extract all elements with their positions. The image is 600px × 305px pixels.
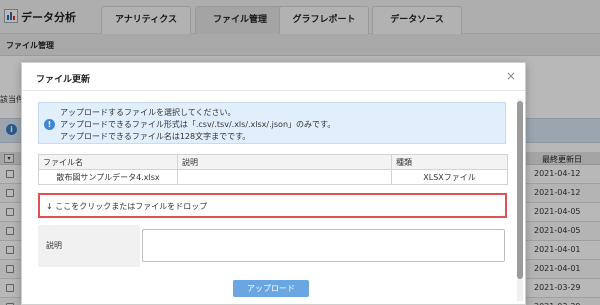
notice-line: アップロードできるファイル名は128文字までです。: [60, 132, 251, 141]
upload-notice: ! アップロードするファイルを選択してください。 アップロードできるファイル形式…: [38, 102, 506, 144]
column-description: 説明: [177, 154, 392, 170]
description-label-cell: 説明: [38, 225, 140, 267]
file-drop-zone[interactable]: ↓ ここをクリックまたはファイルをドロップ: [38, 193, 507, 218]
dialog-title: ファイル更新: [36, 75, 91, 85]
description-label: 説明: [46, 241, 62, 250]
description-row: 説明: [38, 225, 507, 267]
scrollbar-thumb[interactable]: [517, 101, 523, 279]
close-icon[interactable]: ×: [504, 69, 518, 83]
column-type: 種類: [391, 154, 508, 170]
column-file-name: ファイル名: [38, 154, 178, 170]
info-icon: !: [44, 119, 55, 130]
file-update-dialog: ファイル更新 × ! アップロードするファイルを選択してください。 アップロード…: [21, 62, 526, 305]
file-type-cell: XLSXファイル: [391, 169, 508, 185]
notice-line: アップロードできるファイル形式は「.csv/.tsv/.xls/.xlsx/.j…: [60, 120, 336, 129]
table-row: 散布図サンプルデータ4.xlsx XLSXファイル: [38, 169, 508, 185]
dialog-header: ファイル更新 ×: [22, 63, 525, 91]
dialog-scrollbar[interactable]: [517, 99, 523, 301]
upload-button[interactable]: アップロード: [233, 280, 309, 297]
table-header-row: ファイル名 説明 種類: [38, 154, 508, 170]
file-name-cell: 散布図サンプルデータ4.xlsx: [38, 169, 178, 185]
file-table: ファイル名 説明 種類 散布図サンプルデータ4.xlsx XLSXファイル: [38, 154, 508, 185]
file-description-cell: [177, 169, 392, 185]
drop-zone-label: ↓ ここをクリックまたはファイルをドロップ: [46, 202, 208, 211]
description-textarea[interactable]: [142, 229, 505, 262]
notice-line: アップロードするファイルを選択してください。: [60, 108, 236, 117]
